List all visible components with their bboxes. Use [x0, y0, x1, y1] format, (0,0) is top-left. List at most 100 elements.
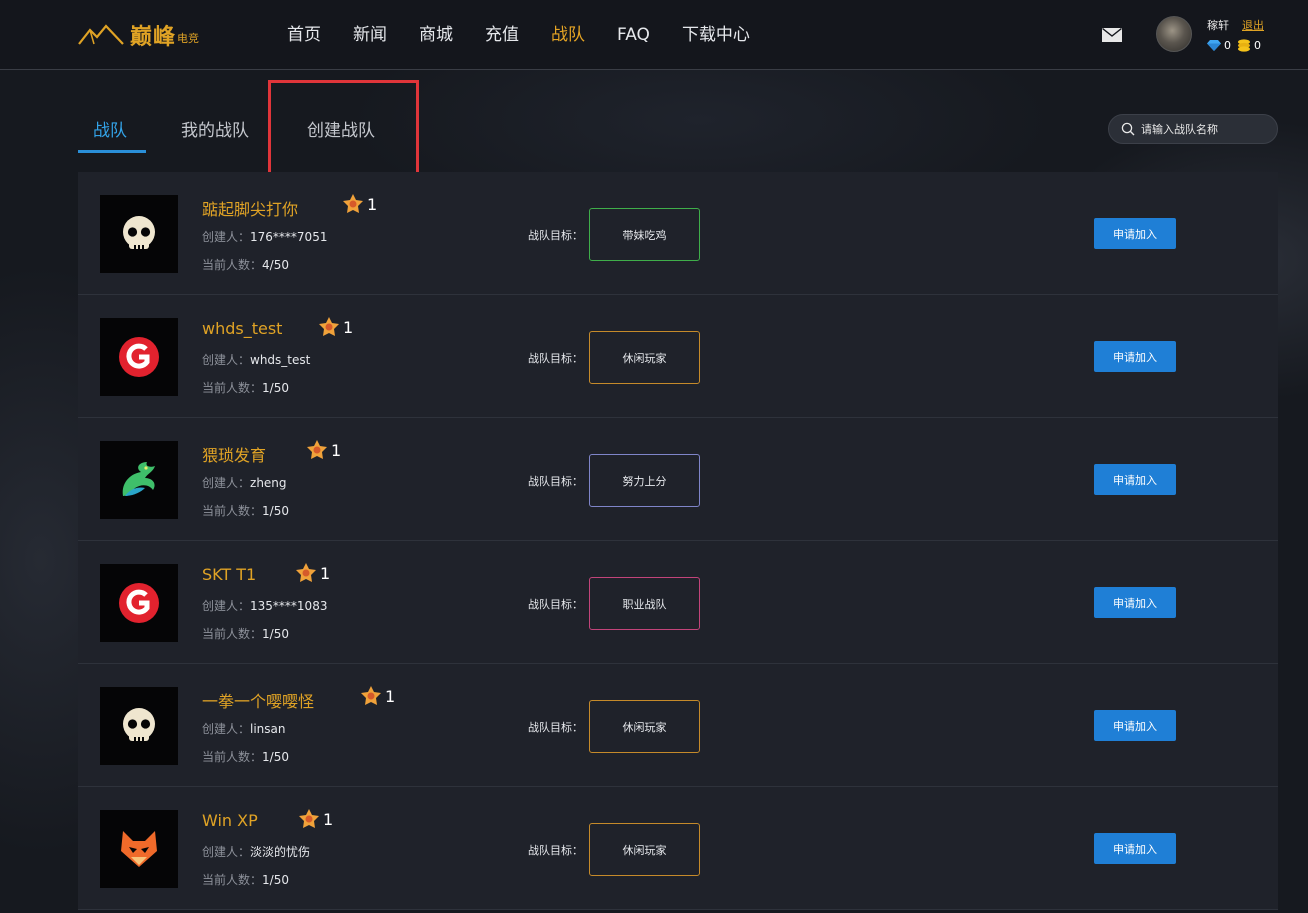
mail-icon[interactable]	[1102, 28, 1122, 42]
user-avatar[interactable]	[1156, 16, 1192, 52]
team-level-number: 1	[385, 686, 396, 706]
team-name[interactable]: whds_test	[202, 319, 282, 338]
tab-teams[interactable]: 战队	[93, 116, 127, 141]
team-row: 踮起脚尖打你 1 创建人：176****7051 当前人数：4/50 战队目标：…	[78, 172, 1278, 295]
fox-icon	[121, 831, 157, 867]
team-creator: 创建人：135****1083	[202, 597, 327, 614]
team-member-count: 当前人数：1/50	[202, 625, 289, 642]
goal-label: 战队目标：	[528, 844, 583, 857]
tab-my-team[interactable]: 我的战队	[181, 116, 249, 141]
coin-count: 0	[1254, 39, 1261, 52]
creator-value: 176****7051	[250, 230, 328, 244]
team-level: 1	[306, 440, 341, 460]
team-avatar[interactable]	[100, 195, 178, 273]
team-creator: 创建人：zheng	[202, 474, 287, 491]
goal-label: 战队目标：	[528, 721, 583, 734]
team-level-number: 1	[323, 809, 334, 829]
team-row: 猥琐发育 1 创建人：zheng 当前人数：1/50 战队目标： 努力上分 申请…	[78, 418, 1278, 541]
coin-icon	[1238, 39, 1250, 52]
team-member-count: 当前人数：1/50	[202, 379, 289, 396]
join-team-button[interactable]: 申请加入	[1094, 464, 1176, 495]
team-creator: 创建人：淡淡的忧伤	[202, 843, 310, 860]
team-level: 1	[360, 686, 395, 706]
dragon-icon	[122, 462, 155, 496]
team-member-count: 当前人数：1/50	[202, 502, 289, 519]
team-name[interactable]: 一拳一个嘤嘤怪	[202, 688, 314, 712]
team-avatar[interactable]	[100, 441, 178, 519]
count-value: 1/50	[262, 504, 289, 518]
team-name[interactable]: 踮起脚尖打你	[202, 196, 298, 220]
team-creator: 创建人：176****7051	[202, 228, 327, 245]
team-level-number: 1	[343, 317, 354, 337]
team-row: whds_test 1 创建人：whds_test 当前人数：1/50 战队目标…	[78, 295, 1278, 418]
join-team-button[interactable]: 申请加入	[1094, 587, 1176, 618]
count-value: 4/50	[262, 258, 289, 272]
diamond-count: 0	[1224, 39, 1231, 52]
search-icon[interactable]	[1121, 122, 1135, 136]
count-label: 当前人数：	[202, 504, 263, 518]
level-badge-icon	[307, 440, 327, 459]
team-avatar[interactable]	[100, 318, 178, 396]
team-row: SKT T1 1 创建人：135****1083 当前人数：1/50 战队目标：…	[78, 541, 1278, 664]
top-bar: 巅峰 电竞 首页 新闻 商城 充值 战队 FAQ 下载中心 稼轩 退出 0 0	[0, 0, 1308, 70]
team-level: 1	[318, 317, 353, 337]
goal-badge: 休闲玩家	[589, 700, 700, 753]
count-label: 当前人数：	[202, 627, 263, 641]
join-team-button[interactable]: 申请加入	[1094, 341, 1176, 372]
g-logo-icon	[119, 337, 159, 377]
nav-faq[interactable]: FAQ	[617, 24, 650, 46]
count-label: 当前人数：	[202, 873, 263, 887]
level-badge-icon	[296, 563, 316, 582]
logout-link[interactable]: 退出	[1242, 17, 1264, 33]
goal-badge: 休闲玩家	[589, 331, 700, 384]
count-label: 当前人数：	[202, 381, 263, 395]
join-team-button[interactable]: 申请加入	[1094, 218, 1176, 249]
count-label: 当前人数：	[202, 750, 263, 764]
count-value: 1/50	[262, 750, 289, 764]
team-name[interactable]: 猥琐发育	[202, 442, 266, 466]
team-creator: 创建人：whds_test	[202, 351, 310, 368]
creator-value: 淡淡的忧伤	[250, 845, 311, 859]
team-level-number: 1	[367, 194, 378, 214]
creator-label: 创建人：	[202, 599, 251, 613]
highlight-annotation-box	[268, 80, 419, 181]
team-search[interactable]	[1108, 114, 1278, 144]
nav-shop[interactable]: 商城	[419, 24, 453, 46]
nav-news[interactable]: 新闻	[353, 24, 387, 46]
team-name[interactable]: Win XP	[202, 811, 258, 830]
goal-badge: 带妹吃鸡	[589, 208, 700, 261]
creator-label: 创建人：	[202, 230, 251, 244]
count-label: 当前人数：	[202, 258, 263, 272]
team-row: Win XP 1 创建人：淡淡的忧伤 当前人数：1/50 战队目标： 休闲玩家 …	[78, 787, 1278, 910]
team-avatar[interactable]	[100, 564, 178, 642]
team-level: 1	[342, 194, 377, 214]
logo-text: 巅峰	[130, 25, 177, 50]
team-list: 踮起脚尖打你 1 创建人：176****7051 当前人数：4/50 战队目标：…	[78, 172, 1278, 910]
goal-badge: 休闲玩家	[589, 823, 700, 876]
mountain-logo-icon	[78, 24, 124, 45]
creator-value: zheng	[250, 476, 287, 490]
nav-download[interactable]: 下载中心	[682, 24, 750, 46]
creator-value: 135****1083	[250, 599, 328, 613]
team-avatar[interactable]	[100, 810, 178, 888]
logo[interactable]: 巅峰 电竞	[78, 20, 199, 50]
nav-teams[interactable]: 战队	[551, 24, 585, 46]
diamond-icon	[1207, 40, 1221, 51]
search-input[interactable]	[1139, 121, 1269, 137]
active-tab-underline	[78, 150, 146, 153]
level-badge-icon	[299, 809, 319, 828]
join-team-button[interactable]: 申请加入	[1094, 833, 1176, 864]
team-name[interactable]: SKT T1	[202, 565, 256, 584]
user-name[interactable]: 稼轩	[1207, 17, 1229, 33]
team-level-number: 1	[331, 440, 342, 460]
count-value: 1/50	[262, 381, 289, 395]
join-team-button[interactable]: 申请加入	[1094, 710, 1176, 741]
creator-value: whds_test	[250, 353, 311, 367]
team-member-count: 当前人数：1/50	[202, 748, 289, 765]
nav-recharge[interactable]: 充值	[485, 24, 519, 46]
creator-label: 创建人：	[202, 722, 251, 736]
nav-home[interactable]: 首页	[287, 24, 321, 46]
team-avatar[interactable]	[100, 687, 178, 765]
level-badge-icon	[361, 686, 381, 705]
count-value: 1/50	[262, 873, 289, 887]
